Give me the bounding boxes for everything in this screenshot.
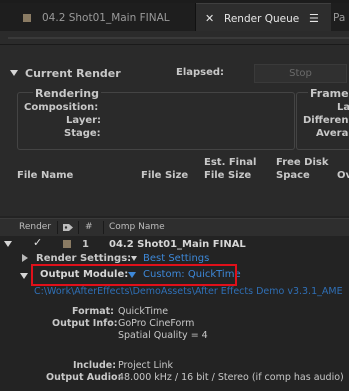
col-number[interactable]: # [85,222,93,232]
file-size-label: File Size [141,170,189,181]
frame-average-label: Avera [316,128,349,139]
collapse-current-render-icon[interactable] [10,70,18,76]
est-final-label-1: Est. Final [204,157,257,168]
tab-render-queue[interactable]: ✕ Render Queue ☰ [196,3,331,31]
queue-column-header: Render # Comp Name [0,218,349,237]
col-separator [57,221,58,234]
expand-render-settings-icon[interactable] [22,254,28,262]
output-audio-value: 48.000 kHz / 16 bit / Stereo (if comp ha… [118,372,344,383]
col-separator [78,221,79,234]
tab-render-queue-label: Render Queue [224,13,300,25]
format-value: QuickTime [118,306,169,317]
render-settings-dropdown-icon[interactable] [131,256,137,261]
render-checkbox[interactable]: ✓ [33,236,42,249]
output-to-path[interactable]: C:\Work\AfterEffects\DemoAssets\After Ef… [34,286,343,297]
expand-output-module-icon[interactable] [20,273,28,279]
stage-label: Stage: [64,128,101,139]
file-name-label: File Name [17,170,74,181]
col-render[interactable]: Render [19,222,51,232]
stop-button[interactable]: Stop [254,64,347,83]
panel-menu-icon[interactable]: ☰ [309,12,319,25]
render-settings-value[interactable]: Best Settings [143,253,209,264]
item-label-swatch[interactable] [63,240,71,248]
layer-label: Layer: [66,115,102,126]
est-final-label-2: File Size [204,170,252,181]
output-info-label: Output Info: [52,318,118,329]
close-tab-icon[interactable]: ✕ [205,12,214,25]
include-label: Include: [73,360,116,371]
include-value: Project Link [118,360,173,371]
top-strip [0,31,349,45]
format-label: Format: [72,306,114,317]
composition-label: Composition: [24,102,99,113]
highlight-box [31,264,237,286]
strip-line [8,37,349,39]
col-separator [103,221,104,234]
item-comp-name[interactable]: 04.2 Shot01_Main FINAL [109,239,246,250]
output-info-value-1: GoPro CineForm [118,318,195,329]
tab-composition[interactable]: 04.2 Shot01_Main FINAL [0,3,196,31]
output-audio-label: Output Audio: [46,372,122,383]
free-disk-label-2: Space [276,170,310,181]
rendering-group [17,92,295,150]
tab-partial-label: Pa [333,12,346,24]
label-color-swatch [23,14,31,22]
frame-title: Frame [308,87,349,100]
free-disk-label-1: Free Disk [276,157,329,168]
overflow-label: Ov [337,170,349,181]
label-tag-icon[interactable] [62,222,74,233]
rendering-title: Rendering [33,87,101,100]
current-render-title: Current Render [25,67,121,80]
tab-bar: 04.2 Shot01_Main FINAL ✕ Render Queue ☰ … [0,0,349,31]
item-number: 1 [82,239,89,250]
output-info-value-2: Spatial Quality = 4 [118,330,208,341]
frame-last-label: La [337,102,349,113]
render-settings-label: Render Settings: [36,253,132,264]
col-comp-name[interactable]: Comp Name [109,222,165,232]
tab-composition-label: 04.2 Shot01_Main FINAL [42,12,170,24]
frame-difference-label: Differen [303,115,349,126]
elapsed-label: Elapsed: [176,67,225,78]
expand-queue-item-icon[interactable] [4,241,12,247]
tab-partial[interactable]: Pa [331,3,349,31]
